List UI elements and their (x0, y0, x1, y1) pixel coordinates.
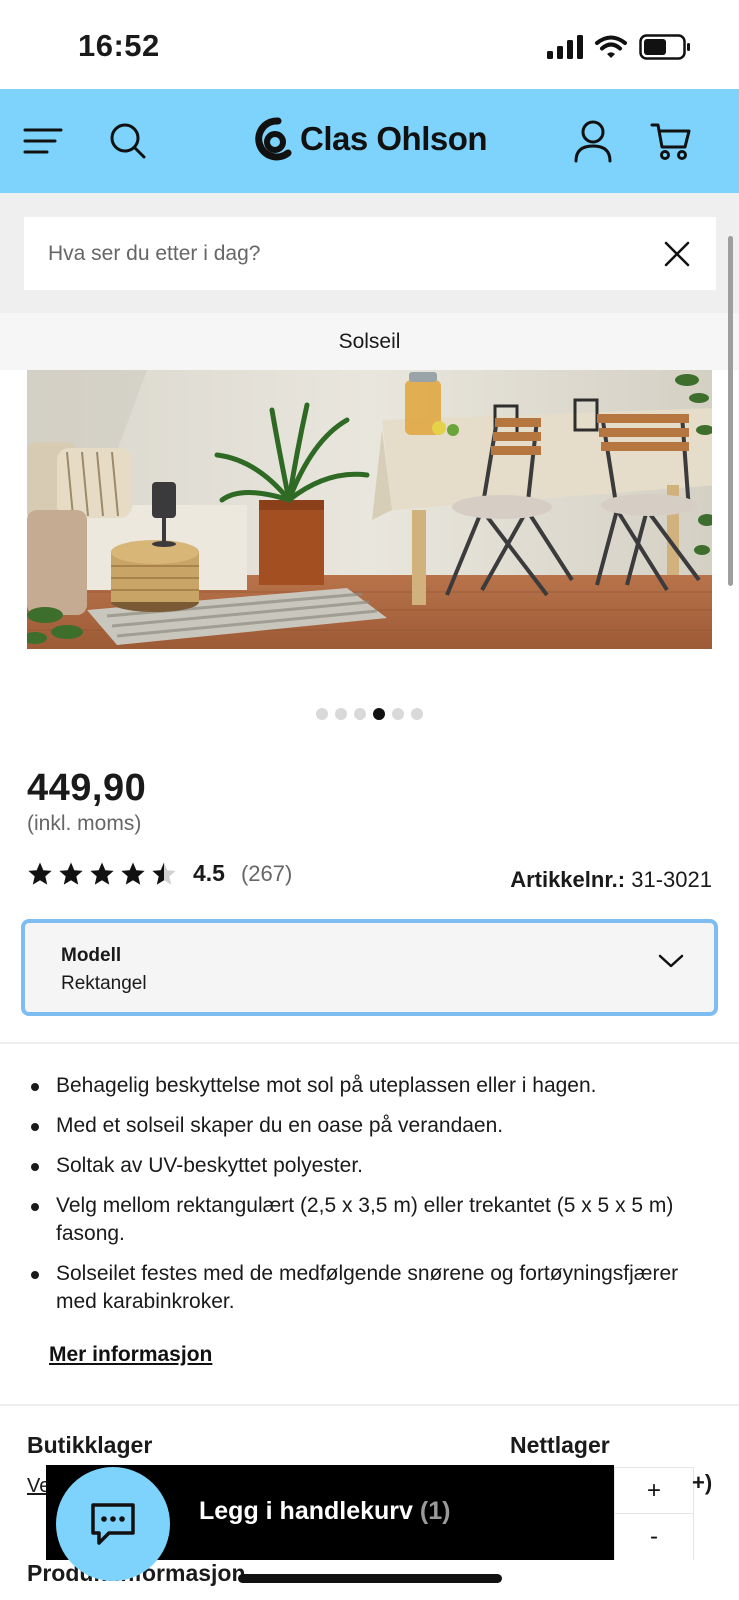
quantity-increase-button[interactable]: + (615, 1468, 693, 1514)
add-to-cart-text: Legg i handlekurv (199, 1497, 413, 1525)
chat-button[interactable] (56, 1467, 170, 1581)
search-box (24, 217, 716, 290)
cart-icon (650, 123, 691, 160)
product-rating[interactable]: 4.5 (267) (27, 860, 292, 887)
close-icon (664, 241, 690, 267)
brand-logo[interactable]: Clas Ohlson (254, 115, 488, 163)
price-vat-note: (inkl. moms) (27, 812, 142, 835)
feature-item: Velg mellom rektangulært (2,5 x 3,5 m) e… (27, 1192, 717, 1248)
search-input[interactable] (48, 241, 628, 266)
search-button[interactable] (102, 115, 154, 167)
more-info-link[interactable]: Mer informasjon (49, 1343, 212, 1367)
star-full-icon (28, 862, 52, 885)
quantity-decrease-button[interactable]: - (615, 1514, 693, 1560)
menu-button[interactable] (17, 115, 69, 167)
divider (0, 1404, 739, 1406)
product-price: 449,90 (27, 767, 147, 809)
star-full-icon (59, 862, 83, 885)
status-icons (547, 34, 691, 60)
search-icon (110, 123, 146, 159)
search-clear-button[interactable] (660, 237, 694, 271)
site-header: Clas Ohlson (0, 89, 739, 193)
model-select-label: Modell (61, 945, 122, 966)
article-number-label: Artikkelnr.: (510, 867, 626, 892)
star-half-icon (152, 862, 176, 885)
feature-item: Med et solseil skaper du en oase på vera… (27, 1112, 717, 1140)
search-section (0, 193, 739, 313)
online-stock-peek: +) (692, 1470, 713, 1495)
wifi-icon (595, 35, 627, 58)
cart-button[interactable] (645, 115, 697, 167)
chevron-down-icon (658, 954, 684, 968)
product-image[interactable] (27, 370, 712, 649)
breadcrumb-current[interactable]: Solseil (339, 330, 401, 354)
rating-stars (27, 861, 177, 887)
gallery-dot[interactable] (392, 708, 404, 720)
gallery-dot[interactable] (354, 708, 366, 720)
gallery-dot[interactable] (316, 708, 328, 720)
home-indicator (238, 1574, 502, 1583)
feature-item: Soltak av UV-beskyttet polyester. (27, 1152, 717, 1180)
rating-score: 4.5 (193, 860, 225, 886)
cellular-signal-icon (547, 35, 583, 59)
breadcrumb: Solseil (0, 313, 739, 370)
divider (0, 1042, 739, 1044)
star-full-icon (90, 862, 114, 885)
store-stock-title: Butikklager (27, 1432, 153, 1458)
rating-count: (267) (240, 860, 293, 886)
status-bar: 16:52 (0, 0, 739, 89)
feature-item: Solseilet festes med de medfølgende snør… (27, 1260, 717, 1316)
chat-bubble-icon (91, 1503, 135, 1545)
hamburger-menu-icon (23, 128, 63, 154)
quantity-stepper: + - (614, 1467, 694, 1560)
star-full-icon (121, 862, 145, 885)
user-icon (574, 120, 612, 163)
account-button[interactable] (567, 115, 619, 167)
scrollbar[interactable] (728, 236, 733, 586)
model-select-value: Rektangel (61, 973, 147, 994)
feature-list: Behagelig beskyttelse mot sol på uteplas… (27, 1072, 717, 1328)
cart-quantity: (1) (419, 1497, 451, 1525)
gallery-dot[interactable] (373, 708, 385, 720)
add-to-cart-label: Legg i handlekurv (1) (199, 1497, 450, 1526)
article-number-value: 31-3021 (631, 867, 712, 892)
gallery-pagination (0, 708, 739, 720)
feature-item: Behagelig beskyttelse mot sol på uteplas… (27, 1072, 717, 1100)
gallery-dot[interactable] (335, 708, 347, 720)
online-stock-title: Nettlager (510, 1432, 610, 1458)
status-time: 16:52 (78, 28, 160, 63)
brand-name: Clas Ohlson (300, 120, 488, 157)
model-select[interactable]: Modell Rektangel (21, 919, 718, 1016)
battery-icon (639, 34, 690, 60)
clas-ohlson-logo-icon (255, 117, 292, 161)
article-number: Artikkelnr.: 31-3021 (510, 867, 712, 893)
gallery-dot[interactable] (411, 708, 423, 720)
